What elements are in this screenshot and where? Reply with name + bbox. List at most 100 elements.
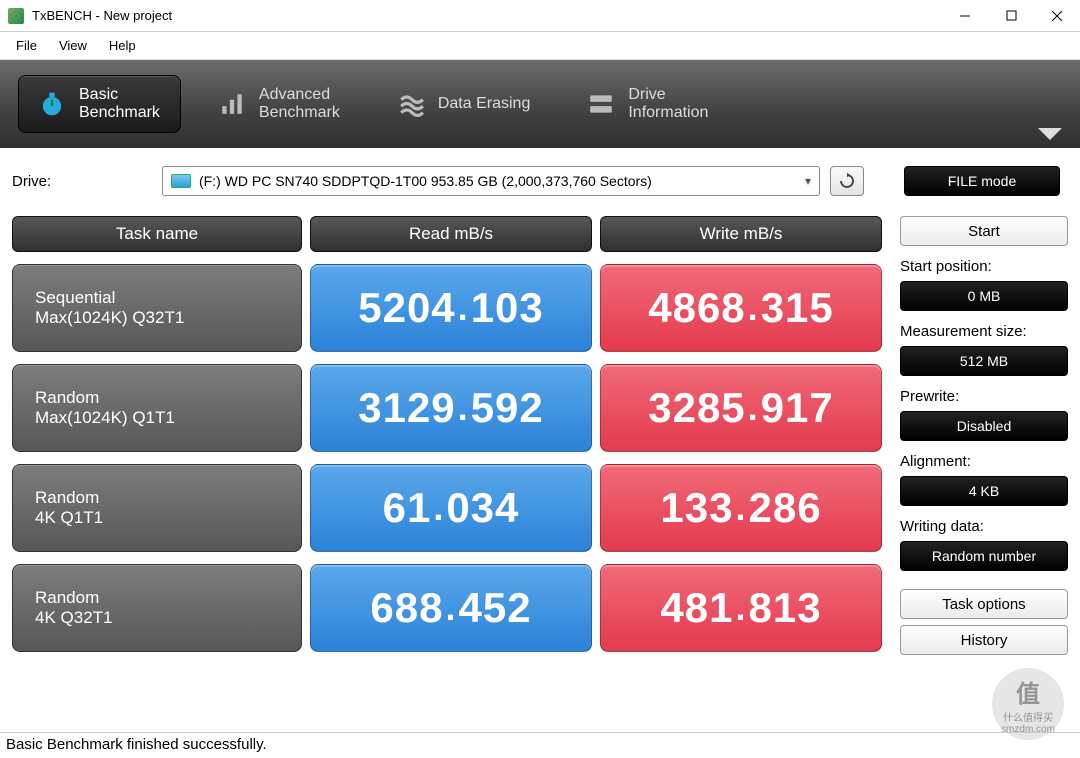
watermark-char: 值 — [1016, 674, 1040, 709]
menu-help[interactable]: Help — [99, 34, 146, 57]
value-frac: 452 — [459, 584, 532, 632]
window-controls — [942, 0, 1080, 32]
value-frac: 813 — [749, 584, 822, 632]
task-name-line1: Random — [35, 388, 279, 408]
result-row: Random 4K Q32T1 688.452 481.813 — [12, 564, 882, 652]
stopwatch-icon — [39, 91, 65, 117]
measurement-size-button[interactable]: 512 MB — [900, 346, 1068, 376]
content: Task name Read mB/s Write mB/s Sequentia… — [0, 206, 1080, 655]
value-int: 4868 — [648, 284, 745, 332]
smzdm-watermark: 值 什么值得买 smzdm.com — [992, 668, 1064, 740]
task-name-line1: Random — [35, 588, 279, 608]
status-bar: Basic Benchmark finished successfully. — [0, 732, 1080, 758]
write-value[interactable]: 481.813 — [600, 564, 882, 652]
read-value[interactable]: 688.452 — [310, 564, 592, 652]
maximize-icon — [1006, 10, 1017, 21]
decimal-dot: . — [746, 287, 761, 329]
tab-basic-benchmark[interactable]: Basic Benchmark — [18, 75, 181, 134]
write-value[interactable]: 3285.917 — [600, 364, 882, 452]
value-int: 5204 — [358, 284, 455, 332]
writing-data-label: Writing data: — [900, 518, 1068, 535]
menu-file[interactable]: File — [6, 34, 47, 57]
header-read: Read mB/s — [310, 216, 592, 252]
value-int: 61 — [383, 484, 432, 532]
writing-data-button[interactable]: Random number — [900, 541, 1068, 571]
value-int: 3285 — [648, 384, 745, 432]
decimal-dot: . — [746, 387, 761, 429]
header-task-name: Task name — [12, 216, 302, 252]
value-frac: 034 — [446, 484, 519, 532]
result-row: Sequential Max(1024K) Q32T1 5204.103 486… — [12, 264, 882, 352]
write-value[interactable]: 4868.315 — [600, 264, 882, 352]
task-cell[interactable]: Random 4K Q1T1 — [12, 464, 302, 552]
results-table: Task name Read mB/s Write mB/s Sequentia… — [12, 216, 882, 655]
task-cell[interactable]: Random Max(1024K) Q1T1 — [12, 364, 302, 452]
bars-icon — [219, 91, 245, 117]
menu-view[interactable]: View — [49, 34, 97, 57]
value-int: 3129 — [358, 384, 455, 432]
tabstrip: Basic Benchmark Advanced Benchmark Data … — [0, 60, 1080, 148]
value-int: 133 — [660, 484, 733, 532]
decimal-dot: . — [456, 287, 471, 329]
value-frac: 286 — [749, 484, 822, 532]
decimal-dot: . — [733, 487, 748, 529]
value-frac: 917 — [761, 384, 834, 432]
titlebar: TxBENCH - New project — [0, 0, 1080, 32]
decimal-dot: . — [431, 487, 446, 529]
task-name-line2: Max(1024K) Q1T1 — [35, 408, 279, 428]
task-options-button[interactable]: Task options — [900, 589, 1068, 619]
side-panel: Start Start position: 0 MB Measurement s… — [900, 216, 1068, 655]
drive-icon — [588, 91, 614, 117]
tab-label: Data Erasing — [438, 95, 531, 113]
task-name-line2: 4K Q1T1 — [35, 508, 279, 528]
tab-drive-information[interactable]: Drive Information — [568, 76, 728, 133]
close-button[interactable] — [1034, 0, 1080, 32]
disk-icon — [171, 174, 191, 188]
alignment-label: Alignment: — [900, 453, 1068, 470]
tab-label: Information — [628, 104, 708, 122]
read-value[interactable]: 5204.103 — [310, 264, 592, 352]
tab-advanced-benchmark[interactable]: Advanced Benchmark — [199, 76, 360, 133]
minimize-icon — [959, 10, 971, 22]
task-cell[interactable]: Random 4K Q32T1 — [12, 564, 302, 652]
history-button[interactable]: History — [900, 625, 1068, 655]
decimal-dot: . — [456, 387, 471, 429]
close-icon — [1051, 10, 1063, 22]
read-value[interactable]: 3129.592 — [310, 364, 592, 452]
tab-label: Benchmark — [79, 104, 160, 122]
drive-select[interactable]: (F:) WD PC SN740 SDDPTQD-1T00 953.85 GB … — [162, 166, 820, 196]
value-frac: 315 — [761, 284, 834, 332]
watermark-text: 什么值得买 — [1003, 709, 1053, 724]
app-icon — [8, 8, 24, 24]
maximize-button[interactable] — [988, 0, 1034, 32]
minimize-button[interactable] — [942, 0, 988, 32]
prewrite-button[interactable]: Disabled — [900, 411, 1068, 441]
start-button[interactable]: Start — [900, 216, 1068, 246]
tabs-overflow-icon[interactable] — [1038, 128, 1062, 140]
task-cell[interactable]: Sequential Max(1024K) Q32T1 — [12, 264, 302, 352]
decimal-dot: . — [443, 587, 458, 629]
window-title: TxBENCH - New project — [32, 8, 172, 23]
read-value[interactable]: 61.034 — [310, 464, 592, 552]
value-int: 481 — [660, 584, 733, 632]
start-position-button[interactable]: 0 MB — [900, 281, 1068, 311]
drive-selected-text: (F:) WD PC SN740 SDDPTQD-1T00 953.85 GB … — [199, 173, 652, 189]
drive-row: Drive: (F:) WD PC SN740 SDDPTQD-1T00 953… — [0, 148, 1080, 206]
start-position-label: Start position: — [900, 258, 1068, 275]
erase-icon — [398, 91, 424, 117]
alignment-button[interactable]: 4 KB — [900, 476, 1068, 506]
write-value[interactable]: 133.286 — [600, 464, 882, 552]
watermark-domain: smzdm.com — [1001, 724, 1055, 735]
result-row: Random 4K Q1T1 61.034 133.286 — [12, 464, 882, 552]
tab-label: Advanced — [259, 86, 340, 104]
tab-label: Drive — [628, 86, 708, 104]
header-write: Write mB/s — [600, 216, 882, 252]
file-mode-button[interactable]: FILE mode — [904, 166, 1060, 196]
refresh-icon — [838, 172, 856, 190]
tab-data-erasing[interactable]: Data Erasing — [378, 81, 551, 127]
tab-label: Basic — [79, 86, 160, 104]
value-frac: 592 — [471, 384, 544, 432]
refresh-button[interactable] — [830, 166, 864, 196]
task-name-line2: Max(1024K) Q32T1 — [35, 308, 279, 328]
tab-label: Benchmark — [259, 104, 340, 122]
